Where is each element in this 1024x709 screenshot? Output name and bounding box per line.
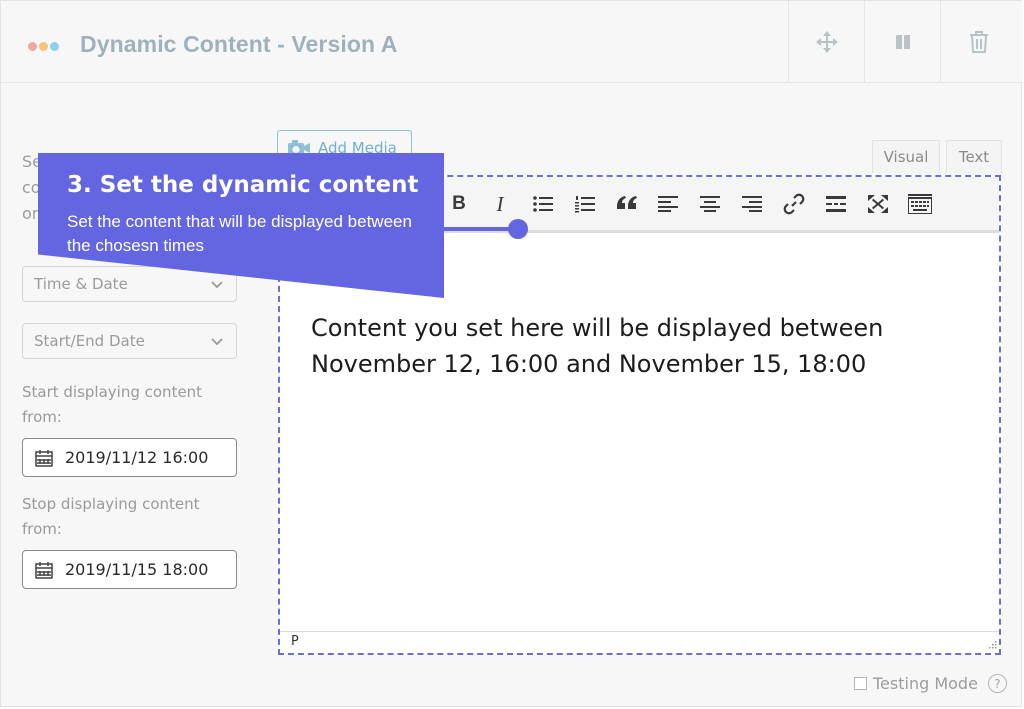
panel-header: Dynamic Content - Version A <box>1 1 1023 83</box>
tooltip-title: 3. Set the dynamic content <box>67 172 419 198</box>
pause-icon <box>895 35 910 49</box>
move-arrows-icon <box>815 31 838 53</box>
range-type-select[interactable]: Start/End Date <box>22 323 237 359</box>
editor-status-bar: P <box>280 631 999 653</box>
calendar-icon <box>35 562 53 579</box>
chevron-down-icon <box>211 281 223 289</box>
help-icon[interactable]: ? <box>987 674 1007 693</box>
read-more-button[interactable] <box>823 191 849 217</box>
dot-red <box>28 42 37 51</box>
start-date-label: Start displaying content from: <box>22 383 203 426</box>
align-right-icon <box>742 196 762 212</box>
start-date-value: 2019/11/12 16:00 <box>65 448 209 467</box>
sidebar-intro-line-2: co <box>22 178 41 197</box>
tab-visual[interactable]: Visual <box>872 140 940 173</box>
testing-mode-label: Testing Mode <box>873 674 978 693</box>
numbered-list-icon <box>575 196 595 213</box>
toolbar-toggle-button[interactable] <box>907 191 933 217</box>
stop-date-value: 2019/11/15 18:00 <box>65 560 209 579</box>
quote-icon <box>617 196 637 209</box>
tooltip-connector-line <box>444 227 516 231</box>
bold-button[interactable]: B <box>446 191 472 217</box>
pause-button[interactable] <box>864 1 940 83</box>
calendar-icon <box>35 450 53 467</box>
delete-button[interactable] <box>940 1 1016 83</box>
tab-text[interactable]: Text <box>946 140 1002 173</box>
numbered-list-button[interactable] <box>572 191 598 217</box>
drag-dots-icon <box>28 42 59 51</box>
range-type-value: Start/End Date <box>34 332 145 350</box>
fullscreen-button[interactable] <box>865 191 891 217</box>
bullet-list-icon <box>533 196 553 212</box>
editor-content[interactable]: Content you set here will be displayed b… <box>311 310 971 382</box>
schedule-type-value: Time & Date <box>34 275 128 293</box>
blockquote-button[interactable] <box>614 191 640 217</box>
align-right-button[interactable] <box>739 191 765 217</box>
dot-orange <box>39 42 48 51</box>
element-path[interactable]: P <box>291 634 299 649</box>
trash-icon <box>969 31 988 53</box>
italic-button[interactable]: I <box>487 191 513 217</box>
read-more-icon <box>826 196 846 212</box>
chevron-down-icon <box>211 338 223 346</box>
fullscreen-icon <box>868 195 888 213</box>
bullet-list-button[interactable] <box>530 191 556 217</box>
dot-blue <box>50 42 59 51</box>
stop-date-label: Stop displaying content from: <box>22 495 200 538</box>
link-button[interactable] <box>781 191 807 217</box>
start-date-input[interactable]: 2019/11/12 16:00 <box>22 438 237 477</box>
tooltip-anchor-dot <box>508 219 528 239</box>
testing-mode-toggle[interactable]: Testing Mode ? <box>854 674 1007 693</box>
resize-grip-icon[interactable] <box>985 639 997 651</box>
keyboard-icon <box>908 194 932 214</box>
link-icon <box>783 193 805 215</box>
move-button[interactable] <box>788 1 864 83</box>
align-center-button[interactable] <box>697 191 723 217</box>
align-center-icon <box>700 196 720 212</box>
stop-date-input[interactable]: 2019/11/15 18:00 <box>22 550 237 589</box>
tooltip-body: Set the content that will be displayed b… <box>67 212 412 255</box>
panel-title: Dynamic Content - Version A <box>80 31 398 57</box>
dynamic-content-panel: Dynamic Content - Version A Se co on Tim… <box>0 0 1023 707</box>
align-left-icon <box>658 196 678 212</box>
testing-mode-checkbox[interactable] <box>854 677 867 690</box>
align-left-button[interactable] <box>655 191 681 217</box>
